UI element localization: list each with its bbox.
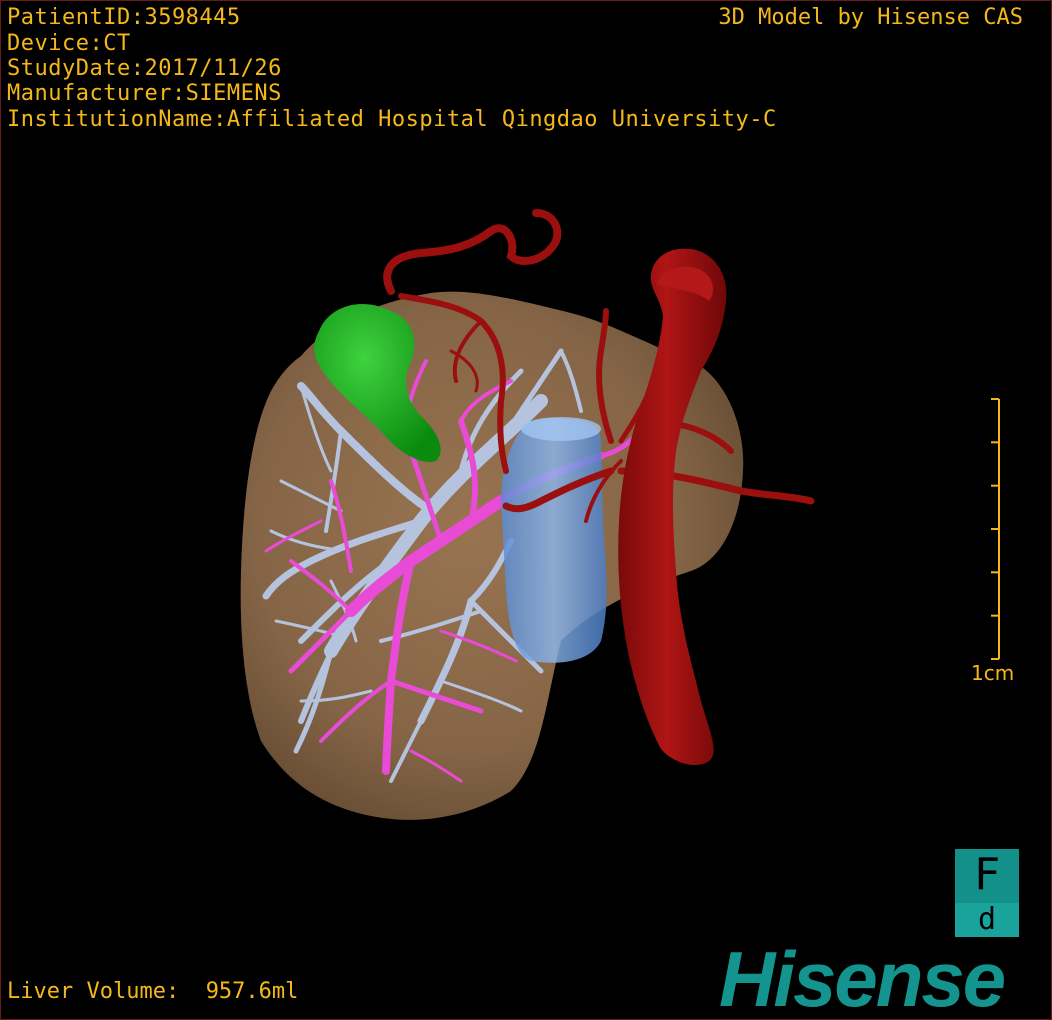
render-viewport[interactable]: PatientID:3598445 Device:CT StudyDate:20… xyxy=(0,0,1052,1020)
liver-volume-readout: Liver Volume: 957.6ml xyxy=(7,979,298,1004)
liver-volume-value: 957.6ml xyxy=(205,979,299,1004)
scale-bar xyxy=(991,398,1000,660)
orientation-face-bottom: d xyxy=(955,903,1019,937)
liver-3d-model[interactable] xyxy=(1,1,1052,1020)
orientation-face-top: F xyxy=(973,849,1001,900)
liver-volume-label: Liver Volume: xyxy=(7,979,180,1004)
vena-cava xyxy=(501,417,607,663)
scale-bar-label: 1cm xyxy=(971,661,1015,685)
hisense-logo: Hisense xyxy=(719,935,1006,1020)
orientation-cube[interactable]: F d xyxy=(955,849,1019,937)
